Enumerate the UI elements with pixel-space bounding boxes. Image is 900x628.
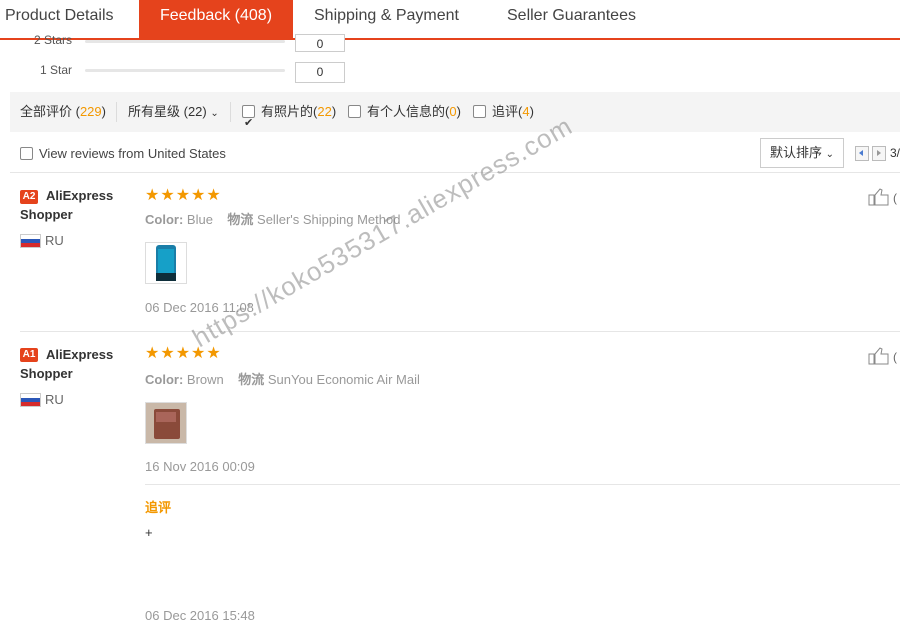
- star-level-select[interactable]: 所有星级 (22) ⌄: [128, 92, 219, 132]
- filter-all-reviews[interactable]: 全部评价 (229): [20, 92, 106, 132]
- russia-flag-icon: [20, 393, 41, 407]
- helpful-count: (: [893, 191, 897, 205]
- feedback-tabs: Product Details Feedback (408) Shipping …: [0, 0, 900, 40]
- filter-all-close: ): [101, 104, 106, 119]
- store-watermark: https://koko535317.aliexpress.com: [187, 110, 578, 354]
- tab-shipping-payment[interactable]: Shipping & Payment: [314, 0, 459, 38]
- brown-case-photo-icon: [146, 403, 186, 443]
- shipping-label: 物流: [227, 212, 254, 227]
- filter-personal-info[interactable]: 有个人信息的(0): [348, 92, 461, 132]
- filter-all-count: 229: [79, 104, 102, 119]
- filter-additional-count: 4: [522, 104, 530, 119]
- sort-select-label: 默认排序: [769, 145, 822, 160]
- checkbox-icon[interactable]: [348, 105, 361, 118]
- filter-additional-label: 追评(: [492, 104, 523, 119]
- histogram-count-2-stars: 0: [295, 34, 345, 52]
- star-level-select-label: 所有星级 (22): [128, 104, 207, 119]
- divider: [145, 484, 900, 485]
- tab-feedback[interactable]: Feedback (408): [139, 0, 293, 38]
- filter-photo-close: ): [331, 104, 337, 119]
- color-label: Color:: [145, 372, 184, 387]
- filter-all-label: 全部评价 (: [20, 104, 80, 119]
- thumbs-up-icon[interactable]: [868, 188, 890, 206]
- page-indicator: 3/: [890, 146, 900, 160]
- additional-review-label: 追评: [145, 500, 172, 515]
- star-rating: ★★★★★: [145, 187, 222, 204]
- shipping-value: SunYou Economic Air Mail: [267, 372, 420, 387]
- histogram-bar-1-star: [85, 69, 285, 72]
- caret-left-icon: [859, 150, 863, 156]
- caret-right-icon: [877, 150, 881, 156]
- reviewer-country: RU: [45, 233, 64, 248]
- filter-divider: [230, 102, 231, 122]
- next-page-button[interactable]: [872, 146, 886, 161]
- thumbs-up-icon[interactable]: [868, 347, 890, 365]
- review-filter-bar: 全部评价 (229) 所有星级 (22) ⌄ 有照片的(22) 有个人信息的(0…: [10, 92, 900, 143]
- chevron-down-icon: ⌄: [210, 108, 219, 119]
- sort-select[interactable]: 默认排序 ⌄: [760, 138, 844, 168]
- histogram-label-1-star: 1 Star: [40, 63, 73, 77]
- color-value: Blue: [186, 212, 213, 227]
- helpful-count: (: [893, 350, 897, 364]
- reviewer-country: RU: [45, 392, 64, 407]
- review-photo-thumbnail[interactable]: [145, 402, 187, 444]
- histogram-bar-2-stars: [85, 40, 285, 43]
- filter-additional-reviews[interactable]: 追评(4): [473, 92, 534, 132]
- view-reviews-from-us[interactable]: View reviews from United States: [20, 146, 226, 161]
- filter-photo-count: 22: [317, 104, 332, 119]
- filter-additional-close: ): [529, 104, 534, 119]
- filter-personal-label: 有个人信息的(: [367, 104, 450, 119]
- color-value: Brown: [186, 372, 224, 387]
- review-date: 16 Nov 2016 00:09: [145, 459, 255, 474]
- histogram-count-1-star: 0: [295, 62, 345, 83]
- view-reviews-label: View reviews from United States: [39, 146, 226, 161]
- filter-personal-count: 0: [449, 104, 457, 119]
- additional-review-date: 06 Dec 2016 15:48: [145, 608, 255, 623]
- shipping-label: 物流: [238, 372, 265, 387]
- filter-personal-close: ): [456, 104, 461, 119]
- review-attributes: Color: Brown 物流 SunYou Economic Air Mail: [145, 369, 420, 388]
- tab-seller-guarantees[interactable]: Seller Guarantees: [507, 0, 636, 38]
- review-photo-thumbnail[interactable]: [145, 242, 187, 284]
- prev-page-button[interactable]: [855, 146, 869, 161]
- filter-with-photos[interactable]: 有照片的(22): [242, 92, 337, 143]
- filter-divider: [116, 102, 117, 122]
- russia-flag-icon: [20, 234, 41, 248]
- additional-review-text: +: [145, 525, 153, 540]
- checkbox-checked-icon[interactable]: [242, 103, 255, 143]
- divider: [20, 331, 900, 332]
- histogram-label-2-stars: 2 Stars: [34, 33, 73, 47]
- color-label: Color:: [145, 212, 184, 227]
- reviewer-name: AliExpress Shopper: [20, 347, 114, 381]
- checkbox-icon[interactable]: [473, 105, 486, 118]
- filter-photo-label: 有照片的(: [261, 104, 318, 119]
- checkbox-icon[interactable]: [20, 147, 33, 160]
- reviewer-name: AliExpress Shopper: [20, 188, 114, 222]
- chevron-down-icon: ⌄: [825, 149, 835, 160]
- phone-case-photo-icon: [156, 245, 176, 281]
